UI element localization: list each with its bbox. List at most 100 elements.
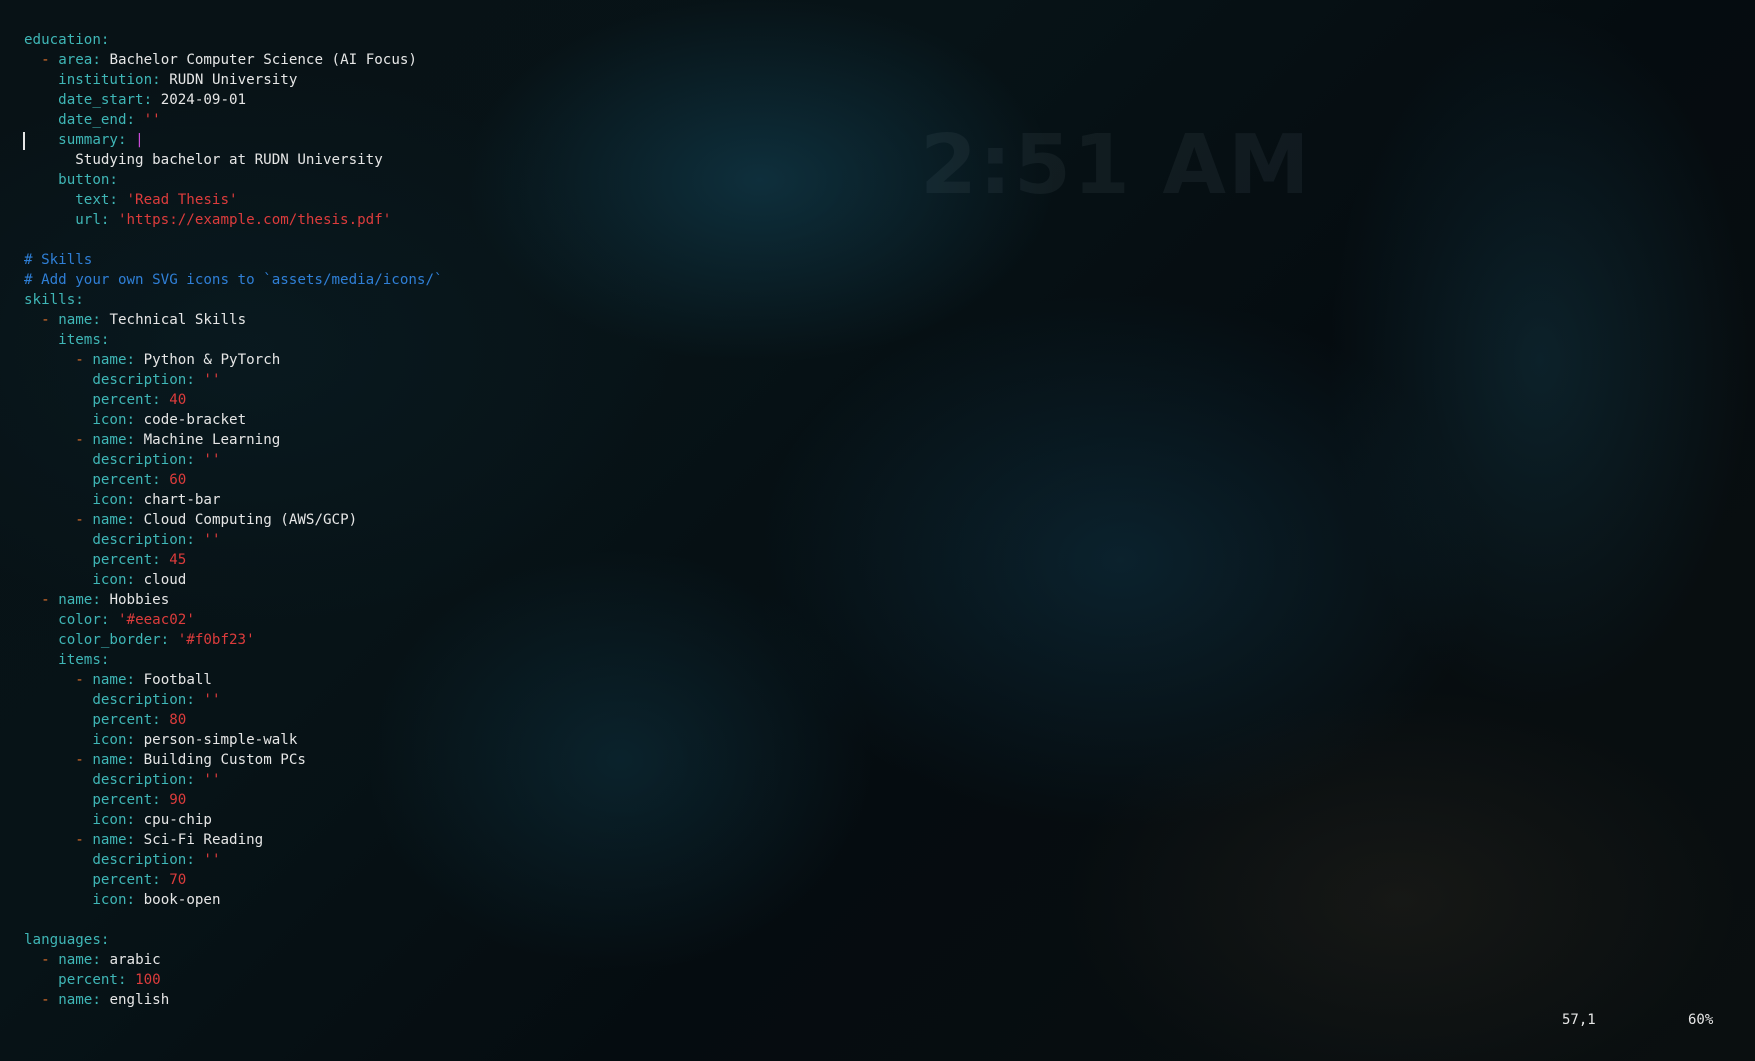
list-dash: - [75, 752, 84, 768]
terminal-window: 2:51 AM education: - area: Bachelor Comp… [0, 0, 1755, 1061]
yaml-key: : [126, 412, 144, 428]
editor-line[interactable]: languages: [0, 930, 1755, 950]
editor-line[interactable]: icon: chart-bar [0, 490, 1755, 510]
editor-line[interactable]: items: [0, 330, 1755, 350]
yaml-key: skills [24, 292, 76, 308]
yaml-key: icon [92, 812, 127, 828]
editor-line[interactable]: - name: english [0, 990, 1755, 1010]
editor-line[interactable]: summary: | [0, 130, 1755, 150]
editor-line[interactable]: - name: arabic [0, 950, 1755, 970]
yaml-key: name [92, 512, 127, 528]
editor-line[interactable]: button: [0, 170, 1755, 190]
editor-line[interactable]: - name: Sci-Fi Reading [0, 830, 1755, 850]
editor-line[interactable]: # Skills [0, 250, 1755, 270]
editor-line[interactable]: text: 'Read Thesis' [0, 190, 1755, 210]
text-editor-buffer[interactable]: education: - area: Bachelor Computer Sci… [0, 30, 1755, 1010]
list-dash: - [75, 672, 84, 688]
text [24, 612, 58, 628]
list-dash: - [41, 592, 50, 608]
text [50, 52, 59, 68]
text [24, 552, 92, 568]
editor-line[interactable]: # Add your own SVG icons to `assets/medi… [0, 270, 1755, 290]
editor-line[interactable]: date_start: 2024-09-01 [0, 90, 1755, 110]
editor-line[interactable]: description: '' [0, 450, 1755, 470]
editor-line[interactable]: description: '' [0, 690, 1755, 710]
editor-line[interactable]: description: '' [0, 530, 1755, 550]
editor-line[interactable]: percent: 70 [0, 870, 1755, 890]
text: english [109, 992, 170, 1008]
yaml-key: : [186, 532, 204, 548]
block-scalar-indicator: | [135, 132, 144, 148]
editor-line[interactable]: - name: Technical Skills [0, 310, 1755, 330]
yaml-key: items [58, 652, 101, 668]
text [24, 712, 92, 728]
yaml-key: : [117, 132, 136, 148]
text: arabic [109, 952, 161, 968]
editor-line[interactable] [0, 910, 1755, 930]
editor-line[interactable]: - name: Machine Learning [0, 430, 1755, 450]
yaml-key: name [92, 352, 127, 368]
text [24, 332, 58, 348]
editor-line[interactable]: description: '' [0, 850, 1755, 870]
editor-line[interactable]: description: '' [0, 770, 1755, 790]
yaml-key: : [126, 892, 144, 908]
yaml-key: : [109, 192, 127, 208]
editor-line[interactable]: - name: Cloud Computing (AWS/GCP) [0, 510, 1755, 530]
editor-line[interactable]: url: 'https://example.com/thesis.pdf' [0, 210, 1755, 230]
editor-line[interactable]: - name: Football [0, 670, 1755, 690]
editor-line[interactable]: - name: Building Custom PCs [0, 750, 1755, 770]
editor-line[interactable]: institution: RUDN University [0, 70, 1755, 90]
string-literal: '#f0bf23' [177, 632, 255, 648]
editor-line[interactable]: icon: book-open [0, 890, 1755, 910]
yaml-key: name [58, 312, 93, 328]
editor-line[interactable]: Studying bachelor at RUDN University [0, 150, 1755, 170]
yaml-key: : [109, 172, 118, 188]
yaml-key: percent [92, 392, 153, 408]
editor-line[interactable]: percent: 100 [0, 970, 1755, 990]
editor-line[interactable]: date_end: '' [0, 110, 1755, 130]
editor-line[interactable]: - area: Bachelor Computer Science (AI Fo… [0, 50, 1755, 70]
text [24, 812, 92, 828]
editor-line[interactable]: items: [0, 650, 1755, 670]
text [24, 312, 41, 328]
editor-line[interactable]: percent: 45 [0, 550, 1755, 570]
comment: # Skills [24, 252, 93, 268]
yaml-key: description [92, 372, 187, 388]
text [24, 352, 75, 368]
yaml-key: languages [24, 932, 101, 948]
editor-line[interactable]: icon: cloud [0, 570, 1755, 590]
editor-line[interactable]: - name: Hobbies [0, 590, 1755, 610]
yaml-key: summary [58, 132, 118, 148]
text [50, 592, 59, 608]
text: cpu-chip [143, 812, 212, 828]
text [24, 492, 92, 508]
editor-line[interactable]: description: '' [0, 370, 1755, 390]
text: RUDN University [169, 72, 298, 88]
editor-line[interactable]: education: [0, 30, 1755, 50]
yaml-key: : [126, 572, 144, 588]
yaml-key: date_end [58, 112, 127, 128]
editor-line[interactable]: icon: person-simple-walk [0, 730, 1755, 750]
editor-line[interactable]: skills: [0, 290, 1755, 310]
editor-line[interactable]: percent: 60 [0, 470, 1755, 490]
editor-line[interactable]: icon: code-bracket [0, 410, 1755, 430]
yaml-key: : [186, 692, 204, 708]
yaml-key: : [152, 552, 170, 568]
text: Studying bachelor at RUDN University [75, 152, 383, 168]
editor-line[interactable]: color: '#eeac02' [0, 610, 1755, 630]
yaml-key: : [126, 512, 144, 528]
editor-line[interactable] [0, 230, 1755, 250]
yaml-key: url [75, 212, 101, 228]
editor-line[interactable]: - name: Python & PyTorch [0, 350, 1755, 370]
editor-line[interactable]: percent: 40 [0, 390, 1755, 410]
editor-line[interactable]: percent: 90 [0, 790, 1755, 810]
yaml-key: : [92, 52, 110, 68]
text [24, 152, 75, 168]
text [24, 372, 92, 388]
editor-line[interactable]: percent: 80 [0, 710, 1755, 730]
text [24, 432, 75, 448]
editor-line[interactable]: color_border: '#f0bf23' [0, 630, 1755, 650]
text [50, 952, 59, 968]
yaml-key: : [100, 32, 110, 48]
editor-line[interactable]: icon: cpu-chip [0, 810, 1755, 830]
